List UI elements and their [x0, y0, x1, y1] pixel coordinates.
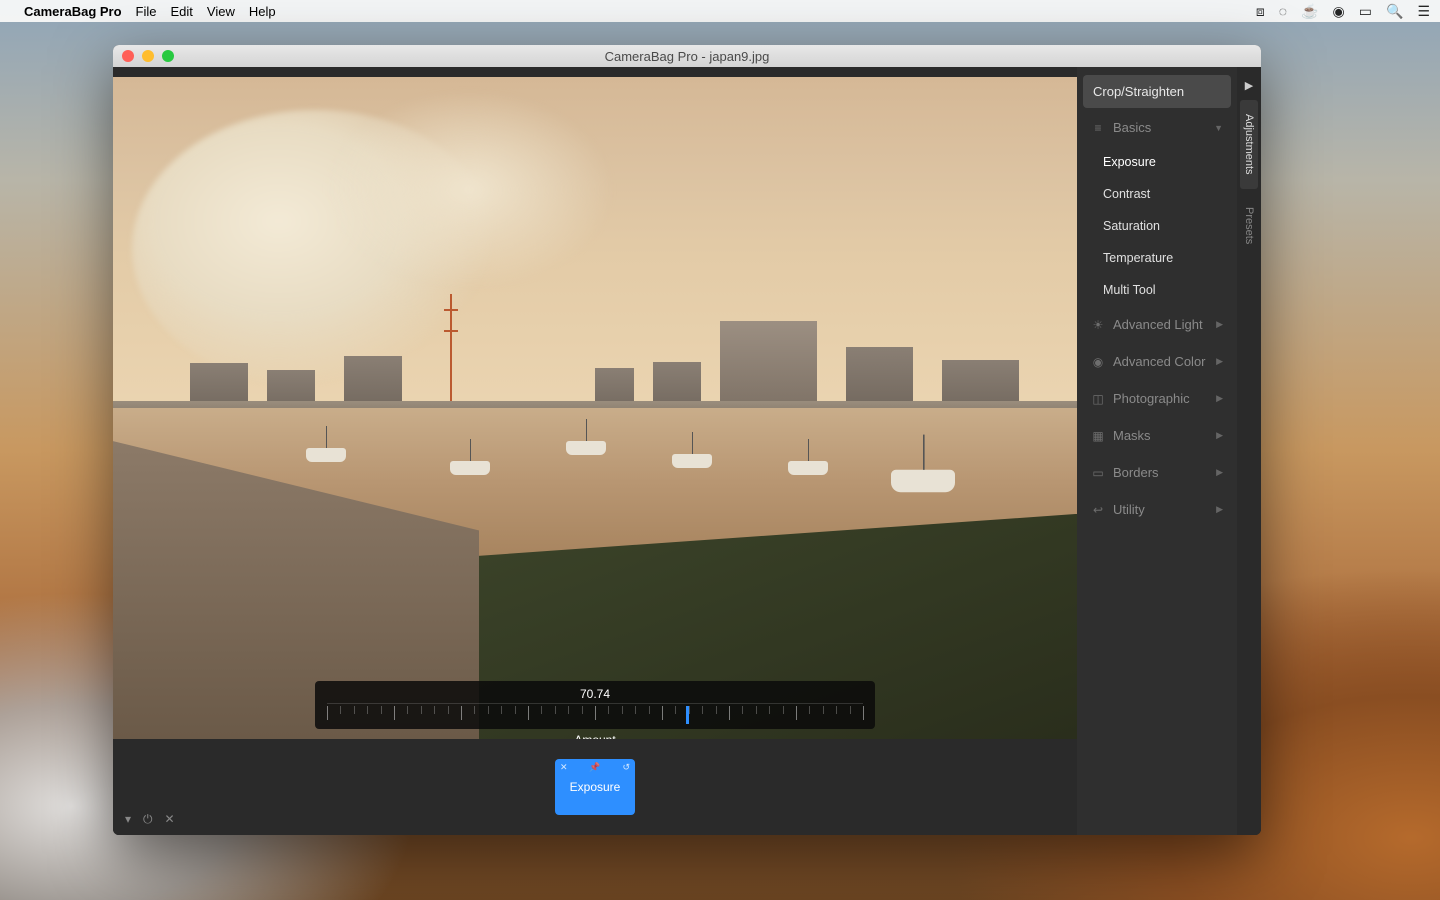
basics-multi-tool[interactable]: Multi Tool	[1083, 275, 1231, 305]
tile-reset-icon[interactable]: ↺	[622, 762, 630, 773]
slider-value: 70.74	[327, 687, 863, 701]
battery-icon[interactable]: ▭	[1359, 3, 1372, 20]
exposure-tile[interactable]: ✕ 📌 ↺ Exposure	[555, 759, 635, 815]
amount-slider-panel: 70.74 Amount	[315, 681, 875, 729]
chevron-down-icon: ▼	[1214, 123, 1223, 133]
section-advanced-color[interactable]: ◉ Advanced Color ▶	[1083, 344, 1231, 379]
chevron-right-icon: ▶	[1216, 467, 1223, 478]
chevron-right-icon: ▶	[1216, 356, 1223, 367]
section-photographic[interactable]: ◫ Photographic ▶	[1083, 381, 1231, 416]
camera-icon: ◫	[1091, 392, 1105, 406]
strip-close-icon[interactable]: ✕	[165, 812, 175, 827]
app-window: CameraBag Pro - japan9.jpg	[113, 45, 1261, 835]
menu-file[interactable]: File	[136, 4, 157, 19]
chevron-right-icon: ▶	[1216, 430, 1223, 441]
tile-label: Exposure	[570, 780, 621, 794]
tile-close-icon[interactable]: ✕	[560, 762, 568, 773]
app-menu[interactable]: CameraBag Pro	[24, 4, 122, 19]
spotlight-icon[interactable]: 🔍	[1386, 3, 1403, 20]
panel-collapse-icon[interactable]: ▶	[1245, 75, 1253, 96]
menu-view[interactable]: View	[207, 4, 235, 19]
section-advanced-light[interactable]: ☀ Advanced Light ▶	[1083, 307, 1231, 342]
vertical-tabs: ▶ Adjustments Presets	[1237, 67, 1261, 835]
chevron-right-icon: ▶	[1216, 504, 1223, 515]
utility-icon: ↩	[1091, 503, 1105, 517]
color-icon: ◉	[1091, 355, 1105, 369]
section-basics[interactable]: ≡ Basics ▼	[1083, 110, 1231, 145]
window-titlebar[interactable]: CameraBag Pro - japan9.jpg	[113, 45, 1261, 67]
adjustments-sidebar: Crop/Straighten ≡ Basics ▼ Exposure Cont…	[1077, 67, 1237, 835]
sync-icon[interactable]: ◌	[1279, 3, 1287, 19]
crop-straighten-button[interactable]: Crop/Straighten	[1083, 75, 1231, 108]
strip-collapse-icon[interactable]: ▾	[125, 812, 131, 827]
border-icon: ▭	[1091, 466, 1105, 480]
macos-menubar: CameraBag Pro File Edit View Help ⧈ ◌ ☕ …	[0, 0, 1440, 22]
photo-preview	[113, 77, 1077, 739]
chevron-right-icon: ▶	[1216, 319, 1223, 330]
chevron-right-icon: ▶	[1216, 393, 1223, 404]
dropbox-icon[interactable]: ⧈	[1256, 3, 1265, 20]
basics-temperature[interactable]: Temperature	[1083, 243, 1231, 273]
amount-slider[interactable]	[327, 703, 863, 725]
tab-adjustments[interactable]: Adjustments	[1240, 100, 1258, 189]
tab-presets[interactable]: Presets	[1240, 193, 1258, 258]
mask-icon: ▦	[1091, 429, 1105, 443]
basics-contrast[interactable]: Contrast	[1083, 179, 1231, 209]
section-utility[interactable]: ↩ Utility ▶	[1083, 492, 1231, 527]
tile-pin-icon[interactable]: 📌	[589, 762, 600, 773]
basics-exposure[interactable]: Exposure	[1083, 147, 1231, 177]
menu-help[interactable]: Help	[249, 4, 276, 19]
section-masks[interactable]: ▦ Masks ▶	[1083, 418, 1231, 453]
sliders-icon: ≡	[1091, 121, 1105, 135]
app-tray-icon[interactable]: ☕	[1301, 3, 1318, 20]
wifi-icon[interactable]: ◉	[1333, 3, 1345, 20]
section-borders[interactable]: ▭ Borders ▶	[1083, 455, 1231, 490]
image-canvas[interactable]: 70.74 Amount	[113, 77, 1077, 739]
strip-power-icon[interactable]: ⏻	[143, 812, 153, 827]
menu-edit[interactable]: Edit	[171, 4, 193, 19]
light-icon: ☀	[1091, 318, 1105, 332]
window-title: CameraBag Pro - japan9.jpg	[113, 49, 1261, 64]
control-center-icon[interactable]: ☰	[1417, 3, 1430, 20]
basics-saturation[interactable]: Saturation	[1083, 211, 1231, 241]
adjustment-strip: ✕ 📌 ↺ Exposure ▾ ⏻ ✕	[113, 739, 1077, 835]
